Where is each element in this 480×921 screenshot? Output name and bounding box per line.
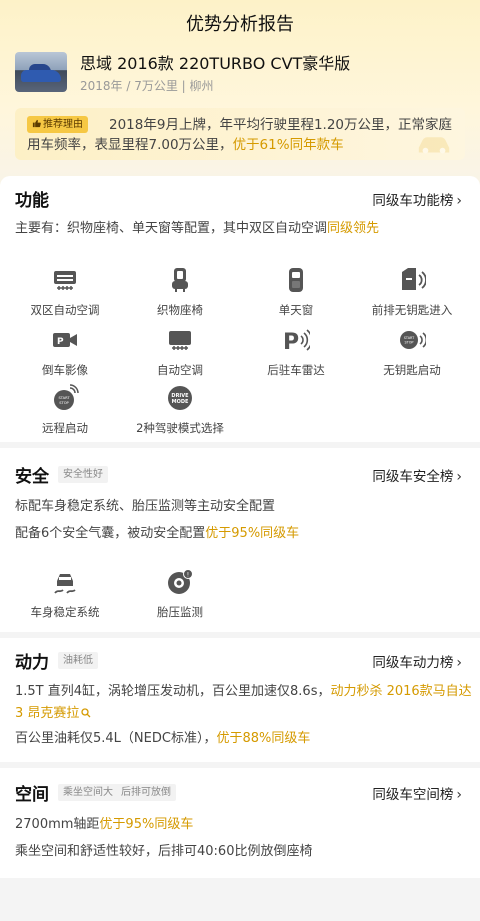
feature-drive-mode[interactable]: DRIVE MODE 2种驾驶模式选择 (125, 384, 235, 436)
page-title: 优势分析报告 (186, 14, 294, 35)
search-icon[interactable] (81, 708, 91, 718)
feature-label: 无钥匙启动 (383, 363, 441, 377)
car-watermark-icon (418, 137, 450, 154)
space-rank-label: 同级车空间榜 (372, 787, 454, 803)
space-line-2: 乘坐空间和舒适性较好，后排可40:60比例放倒座椅 (15, 844, 313, 859)
function-section: 功能 同级车功能榜 › 主要有：织物座椅、单天窗等配置，其中双区自动空调同级领先 … (0, 176, 480, 442)
keyless-entry-icon (402, 268, 426, 290)
feature-label: 前排无钥匙进入 (371, 303, 453, 317)
feature-reverse-camera[interactable]: P 倒车影像 (10, 326, 120, 378)
feature-sunroof[interactable]: 单天窗 (241, 266, 351, 318)
svg-text:START: START (404, 336, 415, 340)
function-summary-text: 主要有：织物座椅、单天窗等配置，其中双区自动空调 (15, 221, 328, 236)
power-line-2: 百公里油耗仅5.4L（NEDC标准），优于88%同级车 (15, 728, 470, 750)
chevron-right-icon: › (456, 655, 462, 671)
function-rank-label: 同级车功能榜 (372, 193, 454, 209)
power-rank-link[interactable]: 同级车动力榜 › (372, 651, 462, 671)
auto-ac-icon (169, 331, 191, 350)
feature-label: 织物座椅 (157, 303, 203, 317)
car-thumbnail (15, 52, 67, 92)
svg-text:START: START (58, 396, 70, 400)
feature-keyless-entry[interactable]: 前排无钥匙进入 (357, 266, 467, 318)
power-line-1-text: 1.5T 直列4缸，涡轮增压发动机，百公里加速仅8.6s， (15, 684, 331, 699)
safety-line-2: 配备6个安全气囊，被动安全配置优于95%同级车 (15, 523, 470, 545)
feature-label: 车身稳定系统 (30, 605, 100, 619)
power-title: 动力 (15, 653, 49, 673)
feature-label: 胎压监测 (157, 605, 203, 619)
function-summary: 主要有：织物座椅、单天窗等配置，其中双区自动空调同级领先 (15, 218, 470, 240)
remote-start-icon: STARTSTOP (54, 384, 79, 410)
space-tag-1: 乘坐空间大 (58, 784, 118, 801)
keyless-start-icon: STARTSTOP (400, 331, 426, 349)
power-section: 动力 油耗低 同级车动力榜 › 1.5T 直列4缸，涡轮增压发动机，百公里加速仅8… (0, 638, 480, 762)
power-line-1: 1.5T 直列4缸，涡轮增压发动机，百公里加速仅8.6s，动力秒杀 2016款马… (15, 681, 473, 725)
fabric-seat-icon (172, 268, 188, 292)
reverse-camera-icon: P (53, 333, 77, 347)
recommend-reason-box: 推荐理由 2018年9月上牌，年平均行驶里程1.20万公里，正常家庭用车频率，表… (15, 108, 465, 160)
space-line-1-text: 2700mm轴距 (15, 817, 100, 832)
svg-text:STOP: STOP (59, 401, 69, 405)
feature-label: 单天窗 (278, 303, 314, 317)
car-summary[interactable]: 思域 2016款 220TURBO CVT豪华版 2018年 / 7万公里 | … (15, 50, 465, 98)
safety-line-1: 标配车身稳定系统、胎压监测等主动安全配置 (15, 499, 276, 514)
chevron-right-icon: › (456, 469, 462, 485)
stability-control-icon (54, 574, 76, 594)
feature-parking-radar[interactable]: P 后驻车雷达 (241, 326, 351, 378)
safety-title: 安全 (15, 467, 49, 487)
recommend-reason-highlight: 优于61%同年款车 (232, 137, 344, 153)
feature-tire-pressure[interactable]: ! 胎压监测 (125, 568, 235, 620)
tire-pressure-icon: ! (168, 569, 193, 594)
feature-label: 自动空调 (157, 363, 203, 377)
space-rank-link[interactable]: 同级车空间榜 › (372, 783, 462, 803)
feature-label: 倒车影像 (42, 363, 88, 377)
feature-keyless-start[interactable]: START STOP 无钥匙启动 (357, 326, 467, 378)
dual-zone-ac-icon (54, 271, 76, 290)
feature-stability-control[interactable]: 车身稳定系统 (10, 568, 120, 620)
car-meta: 2018年 / 7万公里 | 柳州 (80, 79, 214, 93)
safety-line-2-text: 配备6个安全气囊，被动安全配置 (15, 526, 206, 541)
drive-mode-icon: DRIVEMODE (168, 386, 192, 410)
space-tag-2: 后排可放倒 (116, 784, 176, 801)
power-rank-label: 同级车动力榜 (372, 655, 454, 671)
feature-auto-ac[interactable]: 自动空调 (125, 326, 235, 378)
svg-text:MODE: MODE (172, 399, 189, 405)
feature-label: 远程启动 (42, 421, 88, 435)
feature-label: 2种驾驶模式选择 (136, 421, 224, 435)
space-section: 空间 乘坐空间大 后排可放倒 同级车空间榜 › 2700mm轴距优于95%同级车 … (0, 768, 480, 878)
function-summary-highlight: 同级领先 (327, 221, 380, 236)
svg-text:STOP: STOP (405, 341, 414, 345)
svg-text:P: P (57, 337, 64, 347)
safety-line-2-highlight: 优于95%同级车 (205, 526, 300, 541)
svg-text:P: P (283, 330, 299, 354)
safety-rank-link[interactable]: 同级车安全榜 › (372, 465, 462, 485)
sunroof-icon (289, 268, 303, 292)
space-title: 空间 (15, 785, 49, 805)
car-name: 思域 2016款 220TURBO CVT豪华版 (80, 54, 351, 73)
feature-fabric-seat[interactable]: 织物座椅 (125, 266, 235, 318)
function-title: 功能 (15, 191, 49, 211)
feature-remote-start[interactable]: START STOP 远程启动 (10, 384, 120, 436)
chevron-right-icon: › (456, 193, 462, 209)
power-tag: 油耗低 (58, 652, 98, 669)
function-rank-link[interactable]: 同级车功能榜 › (372, 189, 462, 209)
space-line-1: 2700mm轴距优于95%同级车 (15, 814, 470, 836)
feature-label: 后驻车雷达 (267, 363, 325, 377)
safety-rank-label: 同级车安全榜 (372, 469, 454, 485)
space-line-1-highlight: 优于95%同级车 (99, 817, 194, 832)
feature-dual-zone-ac[interactable]: 双区自动空调 (10, 266, 120, 318)
chevron-right-icon: › (456, 787, 462, 803)
safety-tag: 安全性好 (58, 466, 108, 483)
power-line-2-text: 百公里油耗仅5.4L（NEDC标准）， (15, 731, 217, 746)
svg-text:!: ! (187, 572, 189, 579)
feature-label: 双区自动空调 (30, 303, 100, 317)
parking-radar-icon: P (283, 329, 310, 354)
power-line-2-highlight: 优于88%同级车 (216, 731, 311, 746)
recommend-reason-text: 2018年9月上牌，年平均行驶里程1.20万公里，正常家庭用车频率，表显里程7.… (27, 115, 457, 155)
safety-section: 安全 安全性好 同级车安全榜 › 标配车身稳定系统、胎压监测等主动安全配置 配备6… (0, 448, 480, 632)
